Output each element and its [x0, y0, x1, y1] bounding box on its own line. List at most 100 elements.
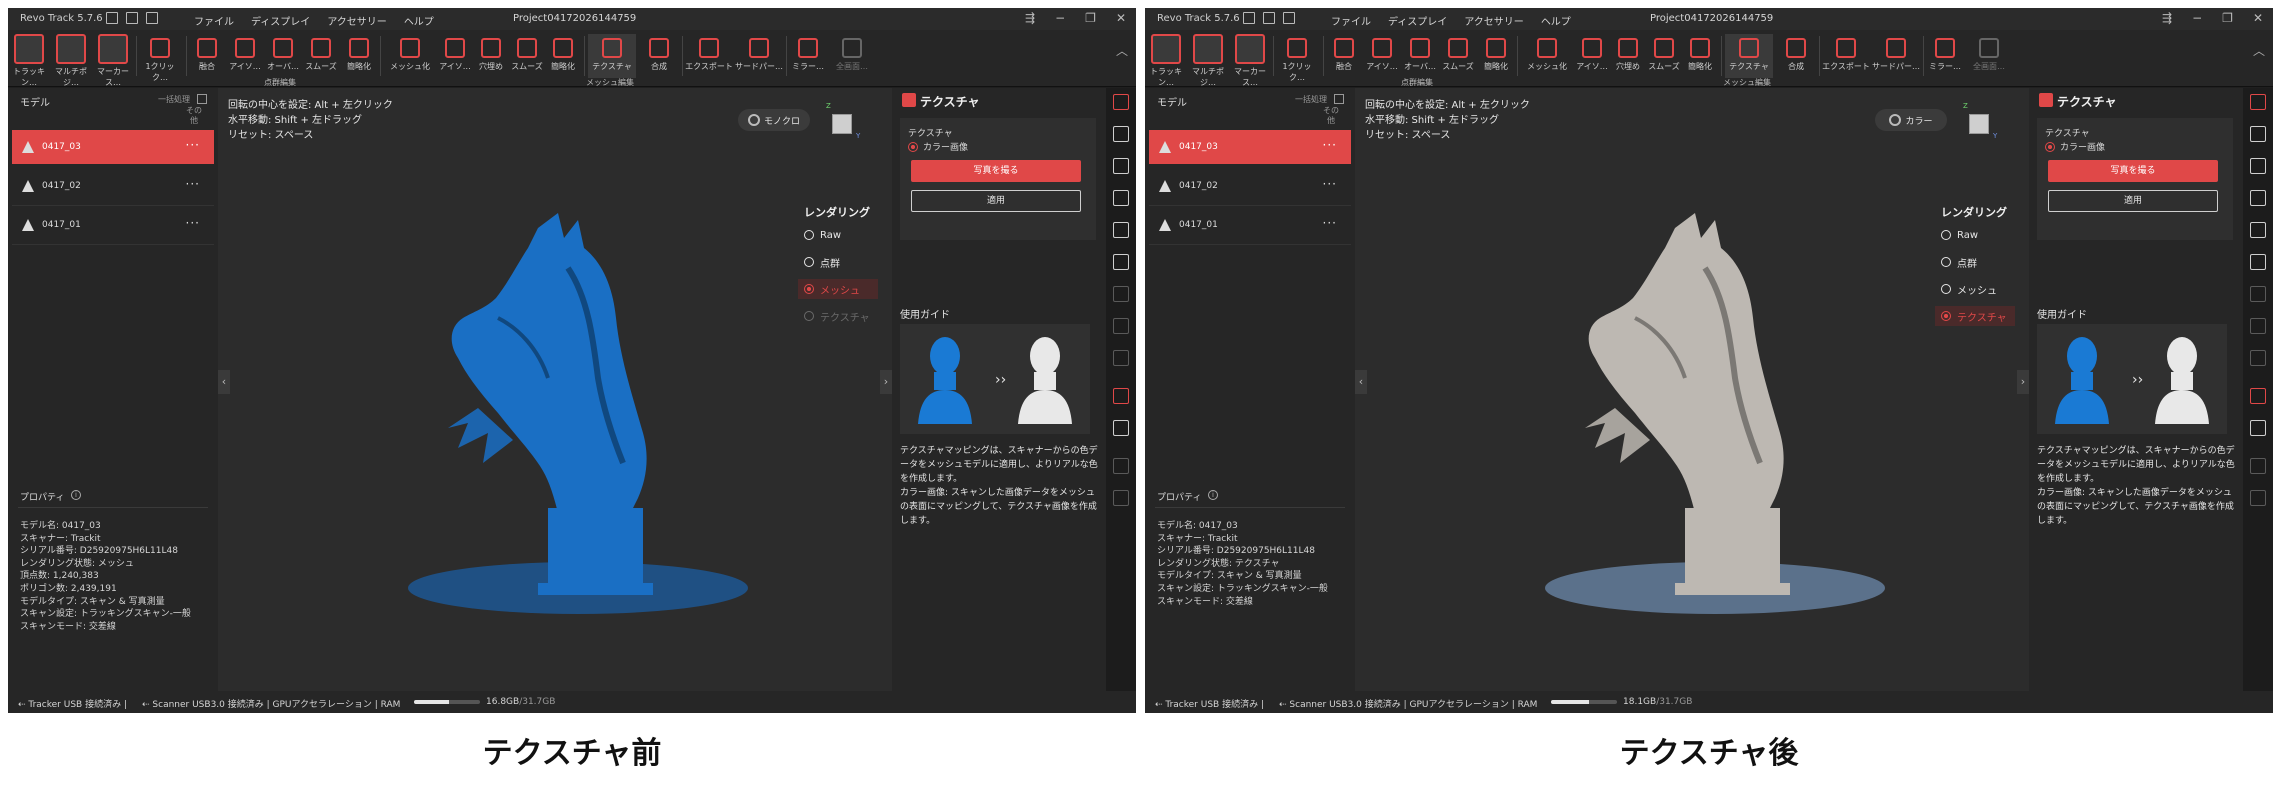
batch-icon[interactable]: [1334, 94, 1344, 104]
render-texture[interactable]: テクスチャ: [798, 306, 878, 326]
gear-icon[interactable]: [2250, 222, 2266, 238]
open-folder-icon[interactable]: [146, 12, 158, 24]
tool-fill-holes[interactable]: 穴埋め: [472, 34, 510, 78]
layer-icon[interactable]: [1113, 350, 1129, 366]
collapse-right-icon[interactable]: ›: [2017, 370, 2029, 394]
comment-icon[interactable]: [2250, 190, 2266, 206]
redo-icon[interactable]: [1113, 490, 1129, 506]
open-folder-icon[interactable]: [1283, 12, 1295, 24]
more-icon[interactable]: ···: [186, 216, 200, 230]
info-icon[interactable]: i: [71, 490, 81, 500]
crop-icon[interactable]: [2250, 286, 2266, 302]
batch-icon[interactable]: [197, 94, 207, 104]
menu-accessory[interactable]: アクセサリー: [327, 13, 387, 28]
tool-smooth-mesh[interactable]: スムーズ: [508, 34, 546, 78]
tool-marker[interactable]: マーカース…: [94, 34, 132, 87]
maximize-icon[interactable]: ❐: [2222, 11, 2233, 25]
home-icon[interactable]: [106, 12, 118, 24]
tool-simplify-mesh[interactable]: 簡略化: [544, 34, 582, 78]
apply-button[interactable]: 適用: [911, 190, 1081, 212]
tool-oneclick[interactable]: 1クリック…: [138, 34, 182, 82]
tool-overlap[interactable]: オーバ…: [1401, 34, 1439, 78]
tool-simplify-point[interactable]: 簡略化: [340, 34, 378, 78]
tool-iso-point[interactable]: アイソ…: [226, 34, 264, 78]
other-button[interactable]: その他: [186, 106, 202, 126]
more-icon[interactable]: ···: [1323, 177, 1337, 191]
tool-export[interactable]: エクスポート: [684, 34, 734, 78]
tool-meshify[interactable]: メッシュ化: [386, 34, 434, 78]
tool-overlap[interactable]: オーバ…: [264, 34, 302, 78]
minimize-icon[interactable]: −: [2192, 11, 2202, 25]
color-mode-toggle[interactable]: モノクロ: [738, 109, 810, 131]
view-cube[interactable]: Z Y: [822, 102, 862, 142]
tool-oneclick[interactable]: 1クリック…: [1275, 34, 1319, 82]
color-image-radio[interactable]: カラー画像: [908, 140, 968, 153]
model-item-0417-02[interactable]: 0417_02 ···: [12, 169, 214, 203]
tool-simplify-point[interactable]: 簡略化: [1477, 34, 1515, 78]
tool-smooth-point[interactable]: スムーズ: [302, 34, 340, 78]
copy-icon[interactable]: [2250, 388, 2266, 404]
more-icon[interactable]: ···: [1323, 138, 1337, 152]
tool-fill-holes[interactable]: 穴埋め: [1609, 34, 1647, 78]
menu-help[interactable]: ヘルプ: [404, 13, 434, 28]
tool-thirdparty[interactable]: サードパー…: [1871, 34, 1921, 78]
settings-icon[interactable]: ⇶: [1025, 11, 1035, 25]
more-icon[interactable]: ···: [186, 138, 200, 152]
render-mesh[interactable]: メッシュ: [1935, 279, 2015, 299]
menu-file[interactable]: ファイル: [194, 13, 234, 28]
batch-process-button[interactable]: 一括処理: [1295, 94, 1327, 105]
take-photo-button[interactable]: 写真を撮る: [2048, 160, 2218, 182]
minimize-icon[interactable]: −: [1055, 11, 1065, 25]
undo-icon[interactable]: [1113, 458, 1129, 474]
color-image-radio[interactable]: カラー画像: [2045, 140, 2105, 153]
tool-mirror[interactable]: ミラー…: [788, 34, 828, 78]
tool-merge[interactable]: 合成: [1777, 34, 1815, 78]
collapse-left-icon[interactable]: ‹: [218, 370, 230, 394]
model-item-0417-02[interactable]: 0417_02 ···: [1149, 169, 1351, 203]
tool-simplify-mesh[interactable]: 簡略化: [1681, 34, 1719, 78]
render-mesh[interactable]: メッシュ: [798, 279, 878, 299]
menu-accessory[interactable]: アクセサリー: [1464, 13, 1524, 28]
tool-marker[interactable]: マーカース…: [1231, 34, 1269, 87]
redo-icon[interactable]: [2250, 490, 2266, 506]
gear-icon[interactable]: [1113, 222, 1129, 238]
menu-help[interactable]: ヘルプ: [1541, 13, 1571, 28]
model-item-0417-01[interactable]: 0417_01 ···: [1149, 208, 1351, 242]
render-points[interactable]: 点群: [1935, 252, 2015, 272]
take-photo-button[interactable]: 写真を撮る: [911, 160, 1081, 182]
more-icon[interactable]: ···: [1323, 216, 1337, 230]
render-raw[interactable]: Raw: [798, 225, 878, 245]
rect-select-icon[interactable]: [2250, 126, 2266, 142]
select-icon[interactable]: [1113, 94, 1129, 110]
collapse-right-icon[interactable]: ›: [880, 370, 892, 394]
tool-multipos[interactable]: マルチポジ…: [52, 34, 90, 87]
close-icon[interactable]: ✕: [1116, 11, 1126, 25]
tool-merge[interactable]: 合成: [640, 34, 678, 78]
home-icon[interactable]: [1243, 12, 1255, 24]
tool-iso-mesh[interactable]: アイソ…: [436, 34, 474, 78]
close-icon[interactable]: ✕: [2253, 11, 2263, 25]
info-icon[interactable]: i: [1208, 490, 1218, 500]
other-button[interactable]: その他: [1323, 106, 1339, 126]
undo-icon[interactable]: [2250, 458, 2266, 474]
model-item-0417-01[interactable]: 0417_01 ···: [12, 208, 214, 242]
chevron-up-icon[interactable]: ︿: [1116, 42, 1128, 59]
tool-tracking[interactable]: トラッキン…: [1147, 34, 1185, 87]
tool-fusion[interactable]: 融合: [1325, 34, 1363, 78]
tool-meshify[interactable]: メッシュ化: [1523, 34, 1571, 78]
menu-file[interactable]: ファイル: [1331, 13, 1371, 28]
invert-icon[interactable]: [2250, 254, 2266, 270]
collapse-left-icon[interactable]: ‹: [1355, 370, 1367, 394]
menu-display[interactable]: ディスプレイ: [251, 13, 310, 28]
invert-icon[interactable]: [1113, 254, 1129, 270]
tool-texture[interactable]: テクスチャ: [588, 34, 636, 78]
batch-process-button[interactable]: 一括処理: [158, 94, 190, 105]
lasso-icon[interactable]: [2250, 158, 2266, 174]
tool-tracking[interactable]: トラッキン…: [10, 34, 48, 87]
comment-icon[interactable]: [1113, 190, 1129, 206]
rect-select-icon[interactable]: [1113, 126, 1129, 142]
tool-multipos[interactable]: マルチポジ…: [1189, 34, 1227, 87]
view-cube[interactable]: Z Y: [1959, 102, 1999, 142]
tool-iso-point[interactable]: アイソ…: [1363, 34, 1401, 78]
tool-fusion[interactable]: 融合: [188, 34, 226, 78]
